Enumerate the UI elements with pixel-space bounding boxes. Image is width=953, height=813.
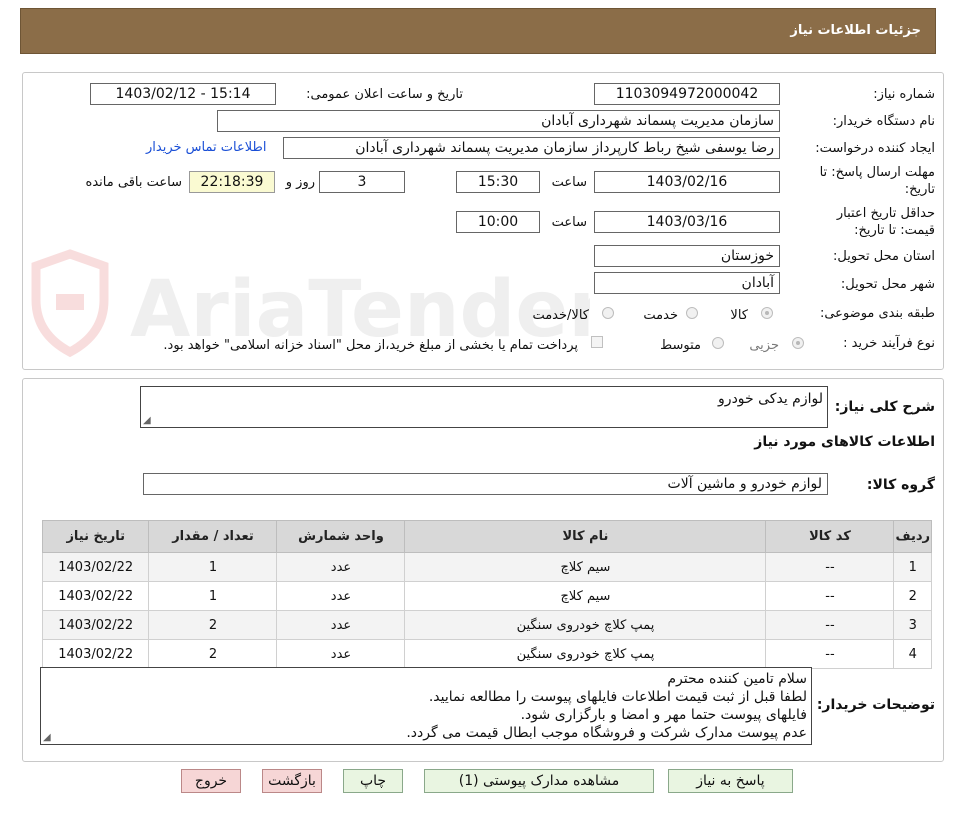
goods-table: ردیف کد کالا نام کالا واحد شمارش تعداد /… bbox=[41, 520, 932, 669]
cell-goods-name: پمپ کلاچ خودروی سنگین bbox=[404, 639, 767, 669]
buyer-notes-line: لطفا قبل از ثبت قیمت اطلاعات فایلهای پیو… bbox=[428, 689, 807, 705]
cell-row-number: 2 bbox=[893, 581, 932, 611]
category-label: طبقه بندی موضوعی: bbox=[819, 306, 935, 321]
deadline-label-line2: تاریخ: bbox=[904, 182, 935, 197]
col-need-date: تاریخ نیاز bbox=[41, 520, 150, 553]
process-type-label: نوع فرآیند خرید : bbox=[843, 336, 935, 351]
days-remaining-field: 3 bbox=[319, 171, 405, 193]
city-label: شهر محل تحویل: bbox=[840, 277, 935, 292]
buyer-notes-textarea[interactable]: سلام تامین کننده محترم لطفا قبل از ثبت ق… bbox=[40, 667, 812, 745]
cell-unit: عدد bbox=[276, 639, 406, 669]
col-goods-name: نام کالا bbox=[404, 520, 767, 553]
requester-label: ایجاد کننده درخواست: bbox=[815, 141, 935, 156]
col-quantity: تعداد / مقدار bbox=[148, 520, 278, 553]
cell-row-number: 3 bbox=[893, 610, 932, 640]
cell-unit: عدد bbox=[276, 610, 406, 640]
process-radio-minor[interactable] bbox=[792, 337, 804, 349]
treasury-payment-note: پرداخت تمام یا بخشی از مبلغ خرید،از محل … bbox=[163, 338, 578, 353]
goods-table-header-row: ردیف کد کالا نام کالا واحد شمارش تعداد /… bbox=[41, 520, 932, 553]
buyer-org-label: نام دستگاه خریدار: bbox=[832, 114, 935, 129]
summary-textarea[interactable]: لوازم یدکی خودرو ◢ bbox=[140, 386, 828, 428]
col-row-number: ردیف bbox=[893, 520, 932, 553]
treasury-payment-checkbox[interactable] bbox=[591, 336, 603, 348]
view-attachments-button[interactable]: مشاهده مدارک پیوستی (1) bbox=[424, 769, 654, 793]
deadline-date-field: 1403/02/16 bbox=[594, 171, 780, 193]
buyer-contact-link[interactable]: اطلاعات تماس خریدار bbox=[146, 140, 266, 155]
process-option-minor: جزیی bbox=[749, 338, 779, 353]
announce-label: تاریخ و ساعت اعلان عمومی: bbox=[306, 87, 463, 102]
cell-quantity: 1 bbox=[148, 552, 278, 582]
col-unit: واحد شمارش bbox=[276, 520, 406, 553]
cell-need-date: 1403/02/22 bbox=[41, 581, 150, 611]
cell-row-number: 4 bbox=[893, 639, 932, 669]
validity-date-field: 1403/03/16 bbox=[594, 211, 780, 233]
col-goods-code: کد کالا bbox=[765, 520, 895, 553]
validity-time-field: 10:00 bbox=[456, 211, 540, 233]
reply-to-need-button[interactable]: پاسخ به نیاز bbox=[668, 769, 793, 793]
days-label: روز و bbox=[285, 175, 315, 190]
deadline-time-label: ساعت bbox=[551, 175, 587, 190]
cell-unit: عدد bbox=[276, 552, 406, 582]
category-option-goods-service: کالا/خدمت bbox=[532, 308, 589, 323]
validity-label-line2: قیمت: تا تاریخ: bbox=[854, 223, 935, 238]
cell-goods-code: -- bbox=[765, 639, 895, 669]
page-header: جزئیات اطلاعات نیاز bbox=[20, 8, 936, 54]
buyer-notes-line: سلام تامین کننده محترم bbox=[667, 671, 807, 687]
cell-need-date: 1403/02/22 bbox=[41, 639, 150, 669]
process-option-medium: متوسط bbox=[660, 338, 701, 353]
cell-row-number: 1 bbox=[893, 552, 932, 582]
summary-text: لوازم یدکی خودرو bbox=[718, 391, 823, 407]
buyer-notes-line: عدم پیوست مدارک شرکت و فروشگاه موجب ابطا… bbox=[406, 725, 807, 741]
table-row: 3 -- پمپ کلاچ خودروی سنگین عدد 2 1403/02… bbox=[41, 610, 932, 640]
summary-label: شرح کلی نیاز: bbox=[834, 399, 935, 415]
table-row: 4 -- پمپ کلاچ خودروی سنگین عدد 2 1403/02… bbox=[41, 639, 932, 669]
cell-quantity: 2 bbox=[148, 639, 278, 669]
category-radio-service[interactable] bbox=[686, 307, 698, 319]
table-row: 1 -- سیم کلاچ عدد 1 1403/02/22 bbox=[41, 552, 932, 582]
goods-info-title: اطلاعات کالاهای مورد نیاز bbox=[754, 434, 935, 450]
cell-goods-name: سیم کلاچ bbox=[404, 581, 767, 611]
cell-need-date: 1403/02/22 bbox=[41, 552, 150, 582]
process-radio-medium[interactable] bbox=[712, 337, 724, 349]
print-button[interactable]: چاپ bbox=[343, 769, 403, 793]
table-row: 2 -- سیم کلاچ عدد 1 1403/02/22 bbox=[41, 581, 932, 611]
requester-field: رضا یوسفی شیخ رباط کارپرداز سازمان مدیری… bbox=[283, 137, 780, 159]
resize-grip-icon[interactable]: ◢ bbox=[143, 416, 151, 426]
need-number-field: 1103094972000042 bbox=[594, 83, 780, 105]
category-option-goods: کالا bbox=[730, 308, 748, 323]
goods-group-label: گروه کالا: bbox=[866, 477, 935, 493]
announce-field: 1403/02/12 - 15:14 bbox=[90, 83, 276, 105]
goods-group-field: لوازم خودرو و ماشین آلات bbox=[143, 473, 828, 495]
cell-goods-code: -- bbox=[765, 610, 895, 640]
validity-time-label: ساعت bbox=[551, 215, 587, 230]
cell-goods-code: -- bbox=[765, 552, 895, 582]
buyer-notes-label: توضیحات خریدار: bbox=[816, 697, 935, 713]
province-label: استان محل تحویل: bbox=[833, 249, 935, 264]
deadline-label-line1: مهلت ارسال پاسخ: تا bbox=[819, 165, 935, 180]
deadline-time-field: 15:30 bbox=[456, 171, 540, 193]
remaining-time-label: ساعت باقی مانده bbox=[85, 175, 182, 190]
cell-quantity: 2 bbox=[148, 610, 278, 640]
city-field: آبادان bbox=[594, 272, 780, 294]
cell-unit: عدد bbox=[276, 581, 406, 611]
exit-button[interactable]: خروج bbox=[181, 769, 241, 793]
page-title: جزئیات اطلاعات نیاز bbox=[790, 23, 921, 38]
cell-quantity: 1 bbox=[148, 581, 278, 611]
category-radio-goods[interactable] bbox=[761, 307, 773, 319]
resize-grip-icon[interactable]: ◢ bbox=[43, 733, 51, 743]
province-field: خوزستان bbox=[594, 245, 780, 267]
category-radio-goods-service[interactable] bbox=[602, 307, 614, 319]
validity-label-line1: حداقل تاریخ اعتبار bbox=[836, 206, 935, 221]
back-button[interactable]: بازگشت bbox=[262, 769, 322, 793]
remaining-time-field: 22:18:39 bbox=[189, 171, 275, 193]
buyer-org-field: سازمان مدیریت پسماند شهرداری آبادان bbox=[217, 110, 780, 132]
cell-goods-name: پمپ کلاچ خودروی سنگین bbox=[404, 610, 767, 640]
cell-goods-name: سیم کلاچ bbox=[404, 552, 767, 582]
cell-goods-code: -- bbox=[765, 581, 895, 611]
buyer-notes-line: فایلهای پیوست حتما مهر و امضا و بارگزاری… bbox=[520, 707, 807, 723]
need-number-label: شماره نیاز: bbox=[873, 87, 935, 102]
cell-need-date: 1403/02/22 bbox=[41, 610, 150, 640]
category-option-service: خدمت bbox=[643, 308, 678, 323]
